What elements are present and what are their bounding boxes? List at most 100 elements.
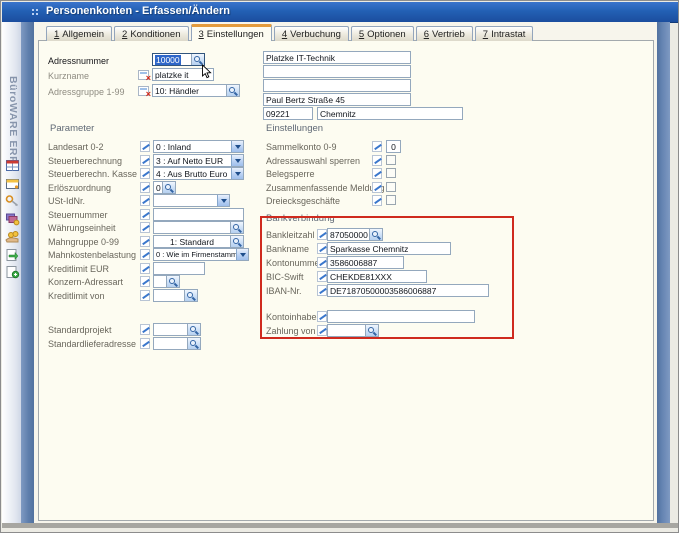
steuerberechnung-label: Steuerberechnung: [48, 156, 122, 166]
mahngruppe-field[interactable]: 1: Standard: [153, 235, 244, 248]
steuerberechn-kasse-select[interactable]: 4 : Aus Brutto Euro: [153, 167, 244, 180]
export-icon[interactable]: [5, 248, 20, 262]
edit-icon[interactable]: [140, 141, 150, 152]
tab-konditionen[interactable]: 2Konditionen: [114, 26, 188, 41]
lookup-icon[interactable]: [187, 324, 200, 335]
dreiecksgeschaefte-checkbox[interactable]: [386, 195, 396, 205]
parameter-group-title: Parameter: [47, 123, 97, 134]
landesart-select[interactable]: 0 : Inland: [153, 140, 244, 153]
title-bar[interactable]: Personenkonten - Erfassen/Ändern: [2, 2, 678, 23]
clear-field-icon[interactable]: [138, 86, 149, 96]
zusammenfassende-meldung-checkbox[interactable]: [386, 182, 396, 192]
kreditlimit-eur-field[interactable]: [153, 262, 205, 275]
import-icon[interactable]: [5, 265, 20, 279]
zip-field[interactable]: 09221: [263, 107, 313, 120]
edit-icon[interactable]: [140, 249, 150, 260]
tab-intrastat[interactable]: 7Intrastat: [475, 26, 534, 41]
coins-icon[interactable]: [5, 230, 20, 244]
tab-allgemein[interactable]: 1Allgemein: [46, 26, 112, 41]
adressnummer-label: Adressnummer: [48, 56, 109, 66]
standardlieferadresse-field[interactable]: [153, 337, 201, 350]
edit-icon[interactable]: [140, 236, 150, 247]
lookup-icon[interactable]: [166, 276, 179, 287]
frame-bar-left: [21, 22, 34, 523]
chevron-down-icon[interactable]: [236, 249, 248, 260]
window-icon[interactable]: [5, 177, 20, 191]
lookup-icon[interactable]: [184, 290, 197, 301]
chevron-down-icon[interactable]: [217, 195, 229, 206]
ust-idnr-label: USt-IdNr.: [48, 196, 85, 206]
dreiecksgeschaefte-label: Dreiecksgeschäfte: [266, 196, 340, 206]
cards-icon[interactable]: [5, 212, 20, 226]
steuernummer-field[interactable]: [153, 208, 244, 221]
tab-optionen[interactable]: 5Optionen: [351, 26, 414, 41]
edit-icon[interactable]: [140, 155, 150, 166]
edit-icon[interactable]: [372, 195, 382, 206]
app-window: Personenkonten - Erfassen/Ändern BüroWAR…: [0, 0, 679, 533]
edit-icon[interactable]: [140, 263, 150, 274]
annotation-highlight: [260, 216, 514, 339]
kreditlimit-von-field[interactable]: [153, 289, 198, 302]
name2-field[interactable]: [263, 65, 411, 78]
name1-field[interactable]: Platzke IT-Technik: [263, 51, 411, 64]
tab-einstellungen[interactable]: 3Einstellungen: [191, 24, 272, 41]
mahngruppe-label: Mahngruppe 0-99: [48, 237, 119, 247]
street-field[interactable]: Paul Bertz Straße 45: [263, 93, 411, 106]
zusammenfassende-meldung-label: Zusammenfassende Meldung: [266, 183, 385, 193]
adressgruppe-field[interactable]: 10: Händler: [152, 84, 240, 97]
edit-icon[interactable]: [372, 155, 382, 166]
lookup-icon[interactable]: [162, 182, 175, 193]
erloeszuordnung-field[interactable]: 0: [153, 181, 176, 194]
mahnkostenbelastung-select[interactable]: 0 : Wie im Firmenstamm eing: [153, 248, 249, 261]
steuernummer-label: Steuernummer: [48, 210, 108, 220]
edit-icon[interactable]: [140, 182, 150, 193]
adressnummer-field[interactable]: 10000: [152, 53, 205, 66]
edit-icon[interactable]: [140, 324, 150, 335]
konzern-adressart-label: Konzern-Adressart: [48, 277, 123, 287]
tab-vertrieb[interactable]: 6Vertrieb: [416, 26, 473, 41]
edit-icon[interactable]: [140, 338, 150, 349]
clear-field-icon[interactable]: [138, 70, 149, 80]
chevron-down-icon[interactable]: [231, 155, 243, 166]
window-title: Personenkonten - Erfassen/Ändern: [46, 5, 230, 17]
edit-icon[interactable]: [372, 168, 382, 179]
ust-idnr-select[interactable]: [153, 194, 230, 207]
kurzname-label: Kurzname: [48, 71, 89, 81]
frame-bar-bottom: [2, 523, 678, 528]
adressauswahl-sperren-checkbox[interactable]: [386, 155, 396, 165]
edit-icon[interactable]: [372, 182, 382, 193]
edit-icon[interactable]: [140, 168, 150, 179]
city-field[interactable]: Chemnitz: [317, 107, 463, 120]
edit-icon[interactable]: [140, 209, 150, 220]
edit-icon[interactable]: [140, 195, 150, 206]
frame-bar-right: [657, 22, 670, 523]
sammelkonto-label: Sammelkonto 0-9: [266, 142, 337, 152]
standardprojekt-field[interactable]: [153, 323, 201, 336]
edit-icon[interactable]: [140, 222, 150, 233]
waehrungseinheit-field[interactable]: [153, 221, 244, 234]
landesart-label: Landesart 0-2: [48, 142, 104, 152]
edit-icon[interactable]: [372, 141, 382, 152]
key-icon[interactable]: [5, 194, 20, 208]
brand-label: BüroWARE ERP: [7, 76, 19, 164]
kreditlimit-von-label: Kreditlimit von: [48, 291, 105, 301]
grip-icon: [32, 9, 34, 11]
steuerberechnung-select[interactable]: 3 : Auf Netto EUR: [153, 154, 244, 167]
tab-verbuchung[interactable]: 4Verbuchung: [274, 26, 349, 41]
standardprojekt-label: Standardprojekt: [48, 325, 112, 335]
name3-field[interactable]: [263, 79, 411, 92]
chevron-down-icon[interactable]: [231, 168, 243, 179]
belegsperre-checkbox[interactable]: [386, 168, 396, 178]
chevron-down-icon[interactable]: [231, 141, 243, 152]
steuerberechn-kasse-label: Steuerberechn. Kasse: [48, 169, 137, 179]
lookup-icon[interactable]: [230, 236, 243, 247]
erloeszuordnung-label: Erlöszuordnung: [48, 183, 111, 193]
lookup-icon[interactable]: [226, 85, 239, 96]
table-icon[interactable]: [5, 159, 20, 173]
lookup-icon[interactable]: [230, 222, 243, 233]
konzern-adressart-field[interactable]: [153, 275, 180, 288]
edit-icon[interactable]: [140, 276, 150, 287]
lookup-icon[interactable]: [187, 338, 200, 349]
edit-icon[interactable]: [140, 290, 150, 301]
sammelkonto-field[interactable]: 0: [386, 140, 401, 153]
